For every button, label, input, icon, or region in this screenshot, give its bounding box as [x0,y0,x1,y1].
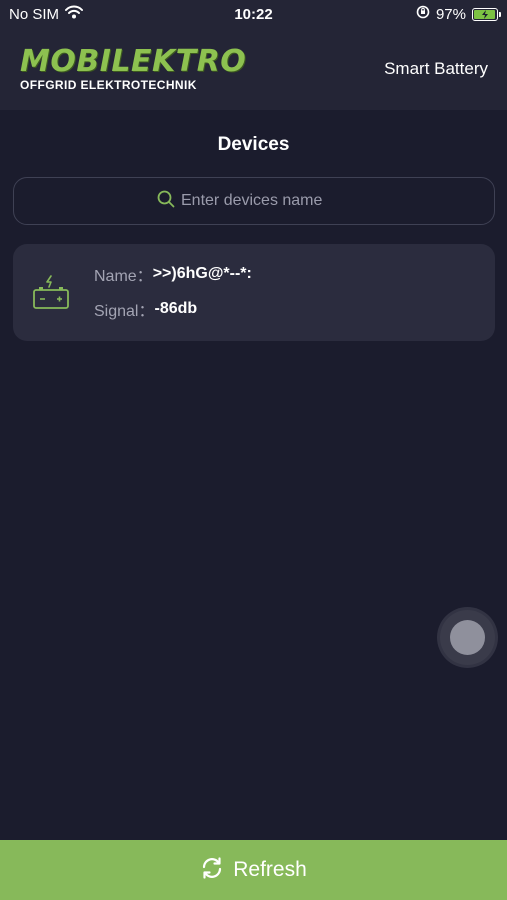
header-title: Smart Battery [384,59,488,78]
battery-icon [32,275,70,314]
app-header: MOBILEKTRO OFFGRID ELEKTROTECHNIK Smart … [0,28,507,110]
orientation-lock-icon [416,5,430,23]
refresh-label: Refresh [233,858,307,881]
status-left: No SIM [9,5,84,23]
assistive-touch-dot [450,620,485,655]
device-name-value: >>)6hG@*--*: [152,265,252,282]
search-icon [157,190,175,213]
device-card[interactable]: Name： >>)6hG@*--*: Signal： -86db [13,244,495,341]
battery-percent: 97% [435,5,466,23]
refresh-button[interactable]: Refresh [0,840,507,900]
device-signal-value: -86db [154,300,198,317]
page-title: Devices [217,134,290,155]
search-box[interactable] [13,177,495,225]
device-info: Name： >>)6hG@*--*: Signal： -86db [94,264,252,320]
logo-wordmark: MOBILEKTRO [20,44,247,79]
search-input[interactable] [181,192,351,210]
refresh-icon [200,856,224,885]
assistive-touch-button[interactable] [440,610,495,665]
device-name-label: Name： [94,268,153,285]
status-right: 97% [416,5,501,23]
device-signal-label: Signal： [94,303,155,320]
carrier-label: No SIM [9,5,60,23]
status-bar: No SIM 10:22 97% [0,0,507,28]
wifi-icon [65,5,84,23]
battery-status-icon [472,7,501,21]
battery-status-fill [474,9,496,19]
brand-logo: MOBILEKTRO OFFGRID ELEKTROTECHNIK [20,44,247,92]
logo-tagline: OFFGRID ELEKTROTECHNIK [20,78,197,92]
device-name-row: Name： >>)6hG@*--*: [94,264,252,285]
device-signal-row: Signal： -86db [94,299,252,320]
